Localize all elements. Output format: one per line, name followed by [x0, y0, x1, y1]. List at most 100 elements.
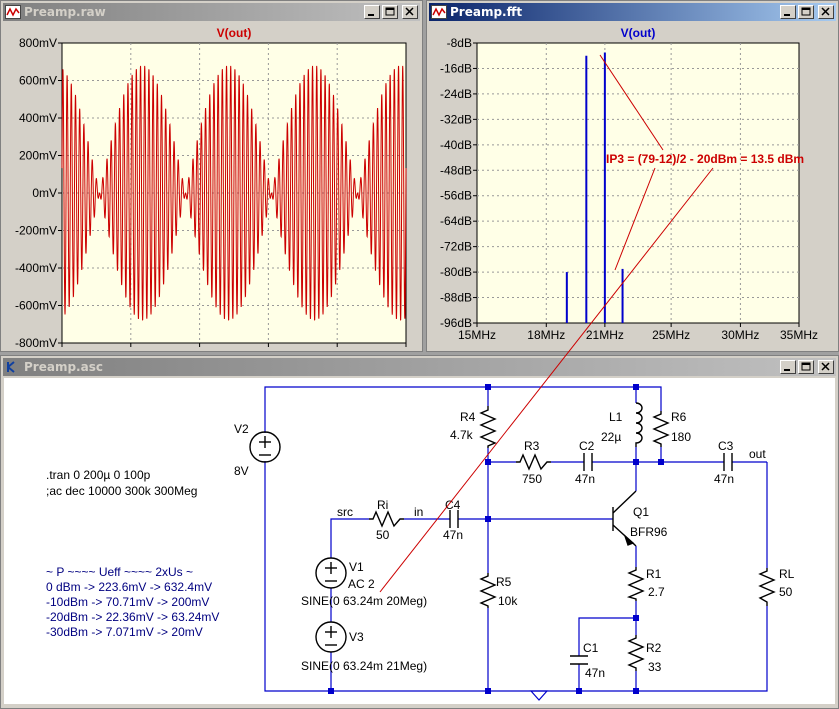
- x-tick-label: 1.6µs: [185, 348, 215, 349]
- close-button[interactable]: [818, 360, 834, 374]
- v3-source[interactable]: [315, 621, 347, 653]
- src-net-label: src: [337, 505, 353, 519]
- plot-area: [476, 42, 800, 324]
- y-tick-label: -64dB: [440, 214, 472, 228]
- maximize-button[interactable]: [798, 5, 814, 19]
- minimize-button[interactable]: [780, 360, 796, 374]
- y-tick-label: -24dB: [440, 87, 472, 101]
- close-icon: [821, 7, 830, 16]
- c2-capacitor[interactable]: [583, 453, 593, 471]
- c1-value: 47n: [585, 666, 605, 680]
- q1-value: BFR96: [630, 525, 668, 539]
- y-tick-label: -600mV: [15, 299, 57, 313]
- y-tick-label: -72dB: [440, 240, 472, 254]
- y-tick-label: -40dB: [440, 138, 472, 152]
- v3-sine: SINE(0 63.24m 21Meg): [301, 659, 427, 673]
- c4-value: 47n: [443, 528, 463, 542]
- in-net-label: in: [414, 505, 423, 519]
- x-tick-label: 35MHz: [780, 328, 818, 342]
- close-icon: [405, 7, 414, 16]
- q1-label: Q1: [633, 505, 649, 519]
- l1-label: L1: [609, 410, 623, 424]
- y-tick-label: -48dB: [440, 163, 472, 177]
- r6-label: R6: [671, 410, 687, 424]
- x-tick-label: 30MHz: [721, 328, 759, 342]
- y-tick-label: -8dB: [447, 36, 472, 50]
- r1-resistor[interactable]: [626, 567, 645, 601]
- x-tick-label: 2.4µs: [254, 348, 284, 349]
- r5-resistor[interactable]: [479, 573, 497, 608]
- r2-label: R2: [646, 641, 662, 655]
- comment-line[interactable]: ~ P ~~~~ Ueff ~~~~ 2xUs ~: [46, 565, 193, 579]
- trace-label: V(out): [217, 26, 252, 40]
- comment-line[interactable]: -20dBm -> 22.36mV -> 63.24mV: [46, 610, 219, 624]
- comment-line[interactable]: -30dBm -> 7.071mV -> 20mV: [46, 625, 203, 639]
- maximize-icon: [801, 362, 811, 371]
- comment-line[interactable]: -10dBm -> 70.71mV -> 200mV: [46, 595, 209, 609]
- r4-resistor[interactable]: [479, 406, 497, 448]
- maximize-button[interactable]: [382, 5, 398, 19]
- v2-source[interactable]: [249, 431, 281, 463]
- l1-inductor[interactable]: [635, 402, 643, 447]
- v1-source[interactable]: [315, 557, 347, 589]
- y-tick-label: 600mV: [19, 74, 57, 88]
- fft-plot-pane[interactable]: V(out) -8dB -16dB -24dB -32dB -40dB -48dB -56dB…: [430, 23, 835, 349]
- raw-plot[interactable]: V(out) 800mV 600mV 400mV 200mV 0mV -200mV -400m…: [4, 23, 421, 362]
- r1-value: 2.7: [648, 585, 665, 599]
- ground-symbol: [529, 690, 549, 701]
- x-tick-label: 3.2µs: [322, 348, 352, 349]
- y-tick-label: -200mV: [15, 224, 57, 238]
- close-button[interactable]: [402, 5, 418, 19]
- fft-window-title: Preamp.fft: [450, 5, 523, 19]
- v2-value: 8V: [234, 464, 249, 478]
- r6-resistor[interactable]: [652, 411, 670, 447]
- c1-capacitor[interactable]: [570, 655, 588, 665]
- spice-directive-tran[interactable]: .tran 0 200µ 0 100p: [46, 468, 151, 482]
- waveform-icon: [5, 5, 21, 19]
- maximize-button[interactable]: [798, 360, 814, 374]
- raw-window-title: Preamp.raw: [24, 5, 106, 19]
- asc-titlebar[interactable]: Preamp.asc: [3, 358, 836, 376]
- r5-label: R5: [496, 575, 512, 589]
- minimize-icon: [784, 14, 790, 16]
- raw-plot-pane[interactable]: V(out) 800mV 600mV 400mV 200mV 0mV -200mV -400m…: [4, 23, 421, 362]
- x-tick-label: 15MHz: [458, 328, 496, 342]
- c4-capacitor[interactable]: [449, 510, 459, 528]
- x-tick-label: 25MHz: [652, 328, 690, 342]
- ri-resistor[interactable]: [369, 510, 404, 528]
- schematic[interactable]: V2 8V R4 4.7k L1 22µ R6 180 R3 750 C2 47…: [4, 378, 835, 704]
- out-net-label: out: [749, 447, 766, 461]
- fft-plot[interactable]: V(out) -8dB -16dB -24dB -32dB -40dB -48dB -56dB…: [430, 23, 835, 349]
- y-tick-label: 800mV: [19, 36, 57, 50]
- minimize-button[interactable]: [780, 5, 796, 19]
- ri-label: Ri: [377, 498, 388, 512]
- spice-directive-ac[interactable]: ;ac dec 10000 300k 300Meg: [46, 484, 197, 498]
- c4-label: C4: [445, 498, 461, 512]
- y-tick-label: -56dB: [440, 189, 472, 203]
- asc-window[interactable]: Preamp.asc V2 8V R4 4.7k L1 22µ R6 180 R…: [0, 355, 839, 709]
- rl-value: 50: [779, 585, 793, 599]
- r3-resistor[interactable]: [516, 453, 551, 471]
- r4-label: R4: [460, 410, 476, 424]
- r3-label: R3: [524, 439, 540, 453]
- x-tick-label: 18MHz: [527, 328, 565, 342]
- rl-resistor[interactable]: [758, 568, 776, 606]
- v1-label: V1: [349, 560, 364, 574]
- r2-value: 33: [648, 660, 662, 674]
- c2-label: C2: [579, 439, 595, 453]
- comment-line[interactable]: 0 dBm -> 223.6mV -> 632.4mV: [46, 580, 212, 594]
- raw-window[interactable]: Preamp.raw V(out) 800mV 600mV 400mV 200mV 0mV…: [0, 0, 423, 362]
- fft-titlebar[interactable]: Preamp.fft: [429, 3, 836, 21]
- waveform-icon: [431, 5, 447, 19]
- raw-titlebar[interactable]: Preamp.raw: [3, 3, 420, 21]
- minimize-button[interactable]: [364, 5, 380, 19]
- schematic-canvas[interactable]: V2 8V R4 4.7k L1 22µ R6 180 R3 750 C2 47…: [4, 378, 835, 704]
- y-tick-label: 0mV: [32, 186, 57, 200]
- c3-capacitor[interactable]: [723, 453, 733, 471]
- fft-window[interactable]: Preamp.fft V(out) -8dB -16dB -24dB -32dB -40d…: [426, 0, 839, 352]
- r2-resistor[interactable]: [627, 635, 645, 671]
- close-button[interactable]: [818, 5, 834, 19]
- rl-label: RL: [779, 567, 795, 581]
- y-tick-label: -80dB: [440, 265, 472, 279]
- y-tick-label: -88dB: [440, 291, 472, 305]
